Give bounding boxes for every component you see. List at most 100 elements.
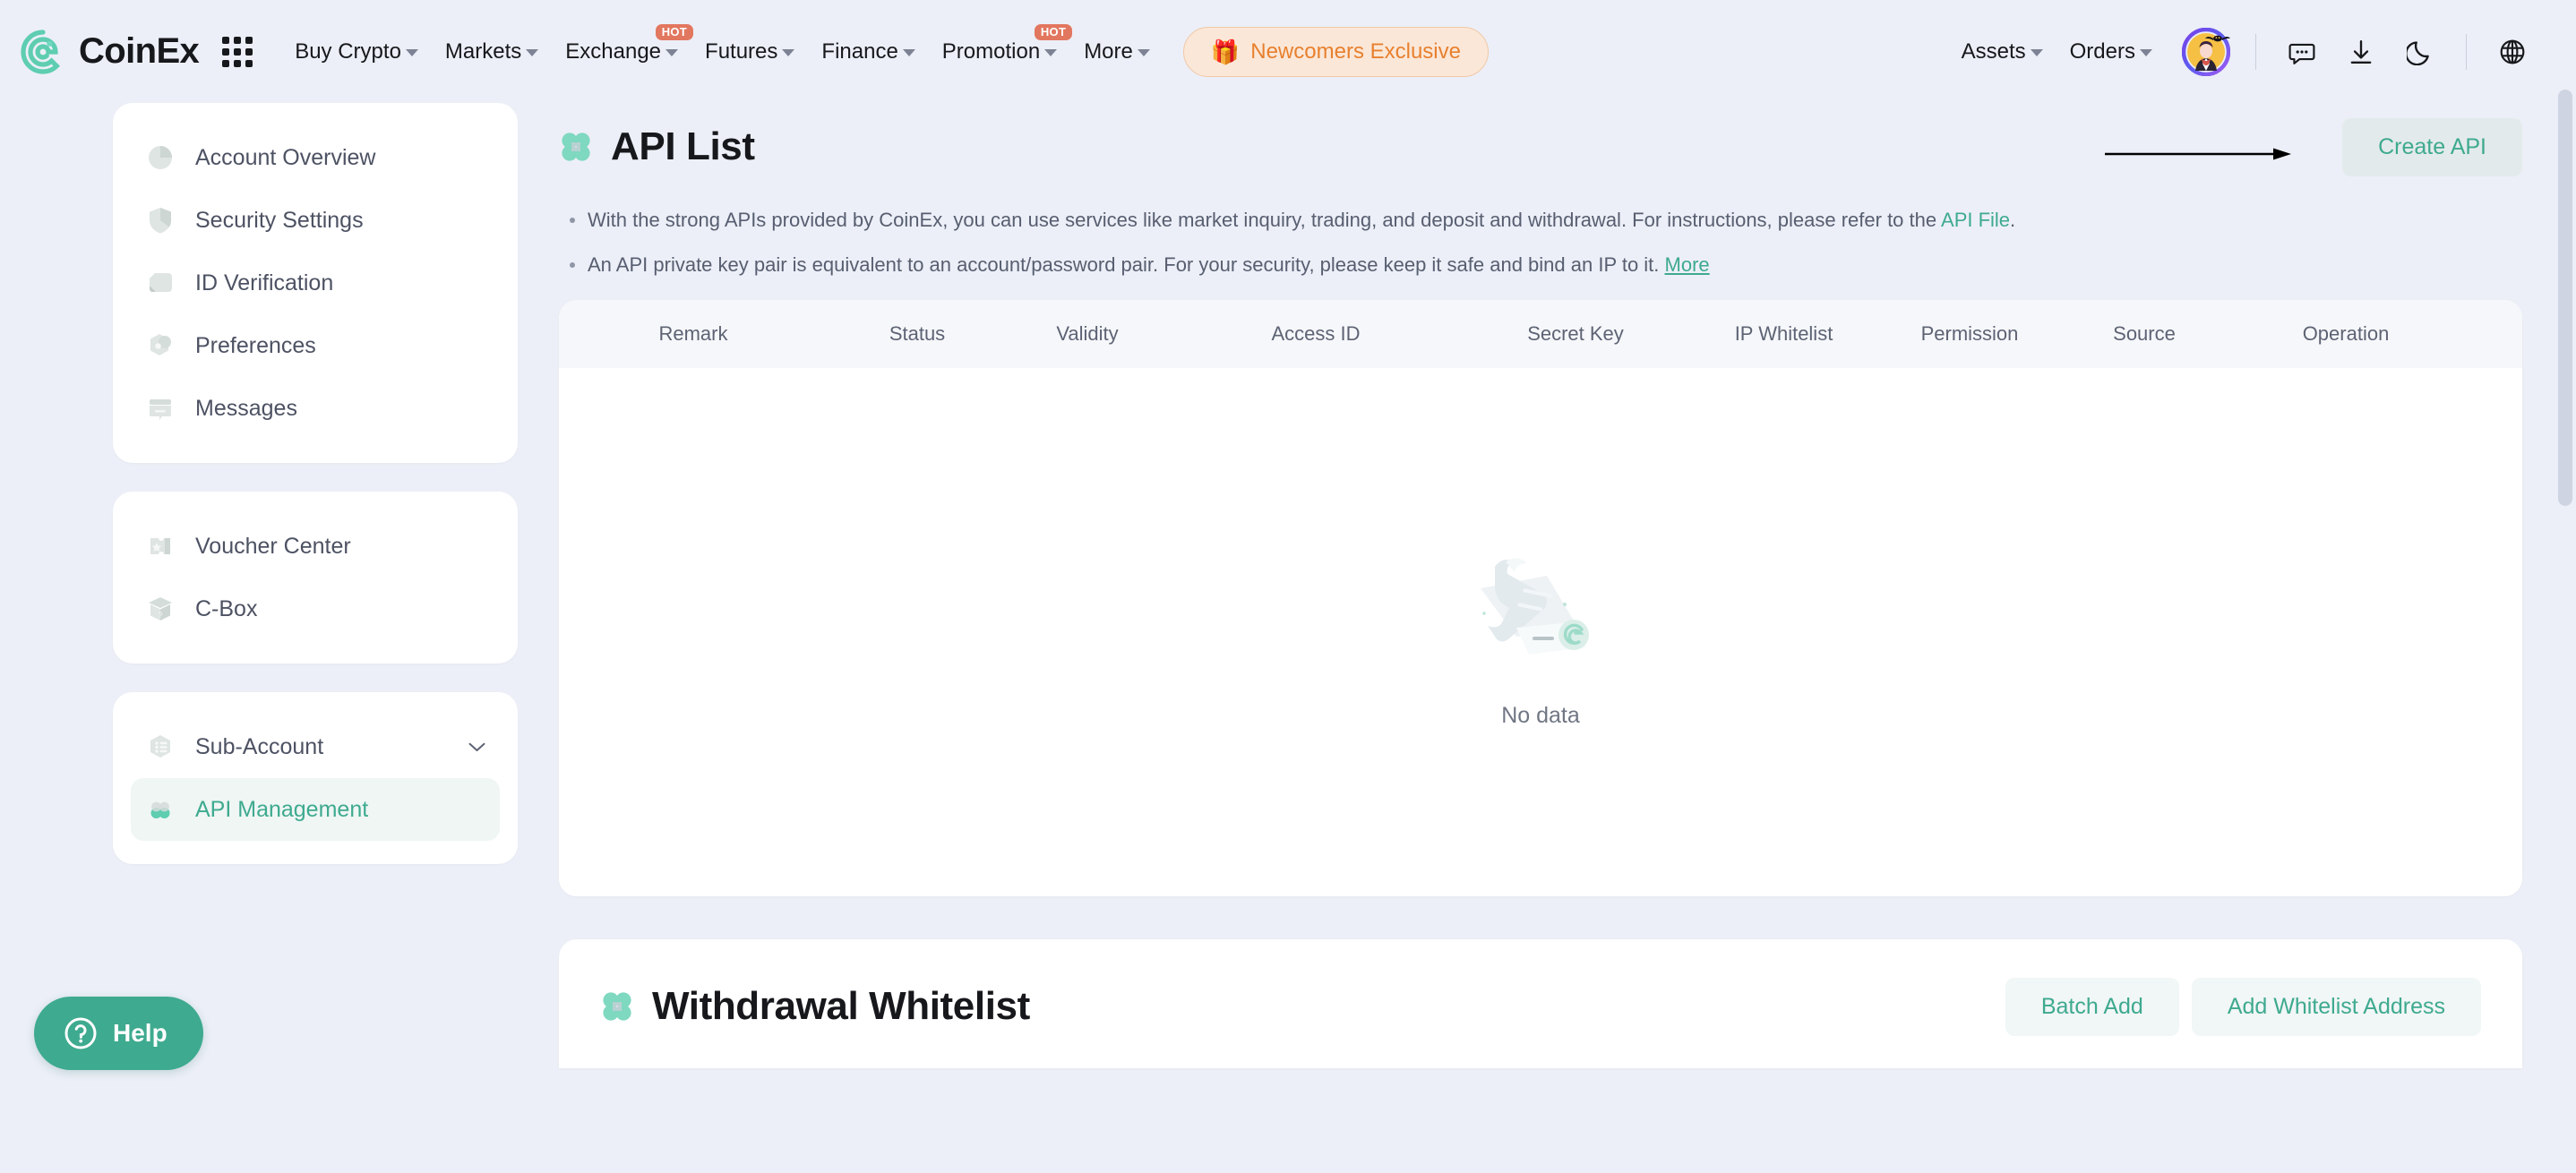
sidebar-item-label: ID Verification	[195, 270, 334, 295]
column-header-operation: Operation	[2302, 322, 2390, 346]
question-circle-icon	[64, 1017, 97, 1049]
help-widget-label: Help	[113, 1019, 167, 1047]
api-list-actions: Create API	[2342, 117, 2522, 176]
ticket-icon	[145, 531, 176, 561]
description-bullet-2: An API private key pair is equivalent to…	[568, 250, 2522, 280]
avatar-image	[2181, 27, 2231, 76]
sidebar-item-security-settings[interactable]: Security Settings	[113, 189, 518, 252]
dark-mode-moon-icon[interactable]	[2400, 32, 2440, 72]
nav-divider	[2255, 33, 2256, 70]
nav-label: Finance	[821, 39, 898, 64]
nav-item-assets[interactable]: Assets	[1948, 32, 2057, 72]
nav-item-futures[interactable]: Futures	[691, 32, 808, 72]
shield-icon	[145, 205, 176, 235]
api-file-link[interactable]: API File	[1941, 209, 2010, 231]
sidebar-item-api-management[interactable]: API Management	[131, 778, 500, 841]
add-whitelist-address-button[interactable]: Add Whitelist Address	[2191, 977, 2481, 1036]
withdrawal-whitelist-actions: Batch Add Add Whitelist Address	[2005, 977, 2481, 1036]
column-header-permission: Permission	[1920, 322, 2019, 346]
mystery-box-icon: ?	[145, 594, 176, 624]
nav-item-markets[interactable]: Markets	[432, 32, 552, 72]
column-header-ip-whitelist: IP Whitelist	[1734, 322, 1833, 346]
create-api-button[interactable]: Create API	[2342, 117, 2522, 176]
nav-item-exchange[interactable]: Exchange HOT	[552, 23, 694, 72]
nav-label: Assets	[1961, 39, 2026, 64]
coinex-logo[interactable]: CoinEx	[20, 29, 200, 75]
sidebar-item-label: Preferences	[195, 332, 316, 358]
apps-grid-icon[interactable]	[222, 36, 253, 67]
table-header-row: Remark Status Validity Access ID Secret …	[559, 300, 2522, 369]
coinex-wordmark: CoinEx	[79, 31, 200, 71]
newcomers-exclusive-button[interactable]: 🎁 Newcomers Exclusive	[1182, 26, 1489, 77]
nav-label: Futures	[705, 39, 778, 64]
chevron-down-icon	[782, 49, 795, 56]
column-header-validity: Validity	[1056, 322, 1119, 346]
sidebar-item-label: Messages	[195, 395, 297, 421]
sub-account-icon	[145, 732, 176, 762]
no-data-document-icon	[1481, 558, 1589, 655]
api-list-description: With the strong APIs provided by CoinEx,…	[568, 205, 2522, 280]
four-dots-icon	[603, 992, 631, 1021]
scrollbar-thumb[interactable]	[2558, 90, 2572, 506]
chevron-down-icon	[1137, 49, 1150, 56]
language-globe-icon[interactable]	[2493, 32, 2532, 72]
svg-text:?: ?	[158, 611, 162, 620]
api-list-header: API List Create API	[559, 112, 2522, 182]
column-header-source: Source	[2113, 322, 2176, 346]
more-link[interactable]: More	[1665, 253, 1710, 276]
pie-chart-icon	[145, 142, 176, 173]
gift-icon: 🎁	[1210, 38, 1241, 65]
empty-state-label: No data	[1501, 702, 1580, 728]
batch-add-button[interactable]: Batch Add	[2005, 977, 2179, 1036]
hot-badge: HOT	[1034, 23, 1073, 40]
sidebar-item-label: API Management	[195, 796, 369, 822]
page-scrollbar[interactable]	[2558, 90, 2572, 1173]
help-widget-button[interactable]: Help	[34, 997, 203, 1070]
inbox-icon	[145, 393, 176, 424]
sidebar-item-voucher-center[interactable]: Voucher Center	[113, 515, 518, 578]
bullet-text-after: .	[2010, 209, 2016, 231]
api-dots-icon	[145, 794, 176, 825]
description-bullet-1: With the strong APIs provided by CoinEx,…	[568, 205, 2522, 235]
sidebar-group-rewards: Voucher Center ? C-Box	[113, 492, 518, 664]
nav-item-promotion[interactable]: Promotion HOT	[929, 23, 1073, 72]
chevron-down-icon	[2030, 49, 2043, 56]
bullet-text: An API private key pair is equivalent to…	[588, 253, 1665, 277]
avatar[interactable]	[2181, 27, 2231, 76]
download-icon[interactable]	[2341, 32, 2381, 72]
nav-label: Exchange	[565, 39, 662, 64]
sidebar-item-sub-account[interactable]: Sub-Account	[113, 715, 518, 778]
chevron-down-icon	[902, 49, 915, 56]
column-header-access-id: Access ID	[1271, 322, 1361, 346]
chevron-down-icon	[526, 49, 539, 56]
column-header-secret-key: Secret Key	[1527, 322, 1624, 346]
gear-icon	[145, 330, 176, 361]
column-header-status: Status	[889, 322, 946, 346]
nav-item-buy-crypto[interactable]: Buy Crypto	[281, 32, 432, 72]
id-card-icon	[145, 268, 176, 298]
page-body: Account Overview Security Settings ID Ve…	[0, 103, 2576, 1173]
sidebar-item-label: Account Overview	[195, 144, 376, 170]
nav-divider	[2466, 33, 2467, 70]
chat-icon[interactable]	[2282, 32, 2322, 72]
nav-item-finance[interactable]: Finance	[808, 32, 928, 72]
sidebar-item-preferences[interactable]: Preferences	[113, 314, 518, 377]
chevron-down-icon	[2140, 49, 2152, 56]
sidebar-item-messages[interactable]: Messages	[113, 377, 518, 440]
sidebar: Account Overview Security Settings ID Ve…	[113, 103, 518, 893]
sidebar-item-id-verification[interactable]: ID Verification	[113, 252, 518, 314]
sidebar-group-account: Account Overview Security Settings ID Ve…	[113, 103, 518, 463]
annotation-arrow	[2105, 148, 2291, 160]
main-content: API List Create API With the strong APIs…	[518, 103, 2576, 1069]
sidebar-item-c-box[interactable]: ? C-Box	[113, 578, 518, 640]
nav-label: More	[1084, 39, 1133, 64]
four-dots-icon	[562, 133, 590, 161]
sidebar-group-advanced: Sub-Account API Management	[113, 692, 518, 864]
sidebar-item-label: Sub-Account	[195, 733, 324, 759]
sidebar-item-account-overview[interactable]: Account Overview	[113, 126, 518, 189]
nav-item-more[interactable]: More	[1070, 32, 1163, 72]
chevron-down-icon[interactable]	[468, 742, 485, 752]
newcomers-label: Newcomers Exclusive	[1250, 39, 1461, 64]
nav-item-orders[interactable]: Orders	[2057, 32, 2166, 72]
chevron-down-icon	[1044, 49, 1058, 56]
